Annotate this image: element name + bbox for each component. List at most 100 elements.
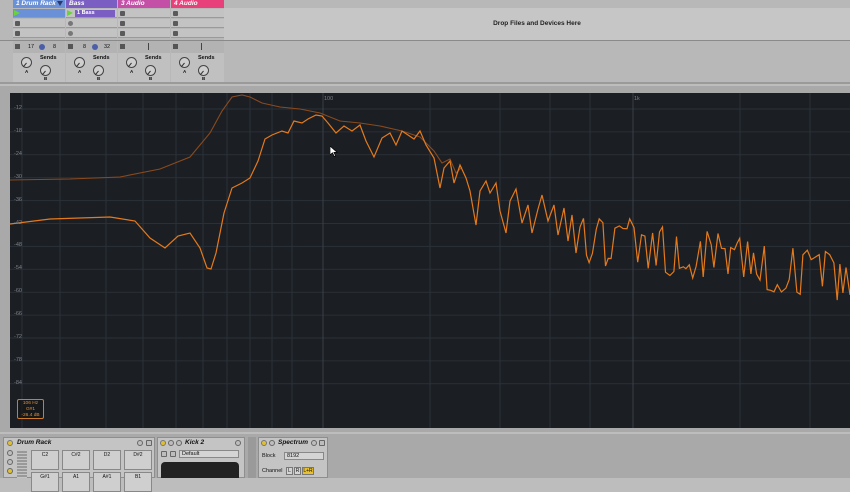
clip-slot[interactable] xyxy=(118,29,170,38)
play-icon[interactable] xyxy=(67,10,73,16)
clip-slot[interactable] xyxy=(13,19,65,28)
channel-right-button[interactable]: R xyxy=(294,467,301,475)
spectrum-grid xyxy=(10,93,850,428)
drum-pad[interactable]: A1 xyxy=(62,472,90,492)
pan-marker[interactable] xyxy=(148,43,149,50)
slot-stop-icon[interactable] xyxy=(120,31,125,36)
drum-pad[interactable]: G#1 xyxy=(31,472,59,492)
slot-stop-icon[interactable] xyxy=(15,31,20,36)
device-save-icon[interactable] xyxy=(319,440,325,446)
monitor-icon[interactable] xyxy=(39,44,45,50)
fold-icon[interactable] xyxy=(269,440,275,446)
device-kick: Kick 2 Default xyxy=(157,437,245,478)
drop-zone[interactable]: Drop Files and Devices Here xyxy=(224,8,850,41)
device-save-icon[interactable] xyxy=(146,440,152,446)
send-knob-b[interactable] xyxy=(198,65,209,76)
io-value[interactable]: 8 xyxy=(53,41,56,53)
device-options-icon[interactable] xyxy=(235,440,241,446)
drum-pad[interactable]: C#2 xyxy=(62,450,90,470)
clip-slot[interactable] xyxy=(118,19,170,28)
send-knob-b[interactable] xyxy=(93,65,104,76)
send-knob-a[interactable] xyxy=(74,57,85,68)
drop-zone-text: Drop Files and Devices Here xyxy=(493,20,581,27)
edit-icon[interactable] xyxy=(176,440,182,446)
y-axis-label: -42 xyxy=(14,219,22,226)
device-options-icon[interactable] xyxy=(311,440,317,446)
pan-marker[interactable] xyxy=(201,43,202,50)
sample-icon[interactable] xyxy=(170,451,176,457)
send-knob-b[interactable] xyxy=(40,65,51,76)
slot-stop-icon[interactable] xyxy=(120,11,125,16)
play-icon[interactable] xyxy=(14,10,20,16)
drum-pad[interactable]: D2 xyxy=(93,450,121,470)
chain-button-icon[interactable] xyxy=(7,450,13,456)
track-header-audio-4[interactable]: 4 Audio xyxy=(171,0,224,8)
send-knob-a[interactable] xyxy=(126,57,137,68)
knob-label-b: B xyxy=(149,76,153,81)
instrument-display[interactable] xyxy=(161,462,239,478)
slot-record-icon[interactable] xyxy=(68,31,73,36)
arm-icon[interactable] xyxy=(15,44,20,49)
block-select[interactable]: 8192 xyxy=(284,452,324,460)
channel-lr-button[interactable]: L+R xyxy=(302,467,314,475)
io-value[interactable]: 8 xyxy=(83,41,86,53)
y-axis-label: -12 xyxy=(14,105,22,111)
device-view: Drum Rack C2 C#2 D2 D#2 G#1 A1 A#1 B1 Ki… xyxy=(0,434,850,492)
slot-stop-icon[interactable] xyxy=(173,31,178,36)
sends-bass: A Sends B xyxy=(66,53,117,82)
clip-slot[interactable] xyxy=(13,9,65,18)
device-power-icon[interactable] xyxy=(261,440,267,446)
arm-icon[interactable] xyxy=(173,44,178,49)
io-value[interactable]: 32 xyxy=(104,41,110,53)
clip-slot[interactable] xyxy=(13,29,65,38)
clip-slot[interactable] xyxy=(171,29,224,38)
clip-slot[interactable] xyxy=(171,19,224,28)
io-value[interactable]: 17 xyxy=(28,41,34,53)
arm-icon[interactable] xyxy=(68,44,73,49)
arm-icon[interactable] xyxy=(120,44,125,49)
clip-slot[interactable] xyxy=(118,9,170,18)
device-options-icon[interactable] xyxy=(137,440,143,446)
sends-label: Sends xyxy=(93,55,110,61)
block-label: Block xyxy=(262,453,276,459)
drum-pad[interactable]: C2 xyxy=(31,450,59,470)
chain-button-icon[interactable] xyxy=(7,459,13,465)
channel-left-button[interactable]: L xyxy=(286,467,293,475)
spectrum-graph xyxy=(10,93,850,428)
io-row-bass: 8 32 xyxy=(66,41,117,53)
send-knob-a[interactable] xyxy=(21,57,32,68)
play-preview-icon[interactable] xyxy=(161,451,167,457)
slot-stop-icon[interactable] xyxy=(15,21,20,26)
peak-hold-curve xyxy=(10,94,463,181)
drum-pad[interactable]: D#2 xyxy=(124,450,152,470)
knob-label-b: B xyxy=(44,76,48,81)
track-header-bass[interactable]: Bass xyxy=(66,0,117,8)
device-power-icon[interactable] xyxy=(160,440,166,446)
send-knob-b[interactable] xyxy=(145,65,156,76)
slot-stop-icon[interactable] xyxy=(173,11,178,16)
channel-label: Channel xyxy=(262,468,283,474)
clip-slot[interactable]: 1 Bass xyxy=(66,9,117,18)
clip-slot[interactable] xyxy=(171,9,224,18)
x-label-100: 100 xyxy=(324,96,334,102)
chain-button-icon[interactable] xyxy=(7,468,13,474)
pad-overview-icon[interactable] xyxy=(17,451,27,478)
drum-pad[interactable]: B1 xyxy=(124,472,152,492)
drum-pad[interactable]: A#1 xyxy=(93,472,121,492)
slot-record-icon[interactable] xyxy=(68,21,73,26)
device-power-icon[interactable] xyxy=(7,440,13,446)
spectrum-display[interactable]: -12 -18 -24 -30 -36 -42 -48 -54 -60 -66 -72 -78 -84 … xyxy=(10,93,850,428)
preset-selector[interactable]: Default xyxy=(179,450,239,458)
monitor-icon[interactable] xyxy=(92,44,98,50)
slot-stop-icon[interactable] xyxy=(120,21,125,26)
send-knob-a[interactable] xyxy=(179,57,190,68)
clip-label-bass[interactable]: 1 Bass xyxy=(75,10,115,17)
device-title: Drum Rack xyxy=(17,439,52,446)
track-header-audio-3[interactable]: 3 Audio xyxy=(118,0,170,8)
clip-slot[interactable] xyxy=(66,29,117,38)
clip-slot[interactable] xyxy=(66,19,117,28)
slot-stop-icon[interactable] xyxy=(173,21,178,26)
sends-audio-4: A Sends B xyxy=(171,53,224,82)
fold-icon[interactable] xyxy=(168,440,174,446)
fold-icon[interactable] xyxy=(57,1,63,6)
